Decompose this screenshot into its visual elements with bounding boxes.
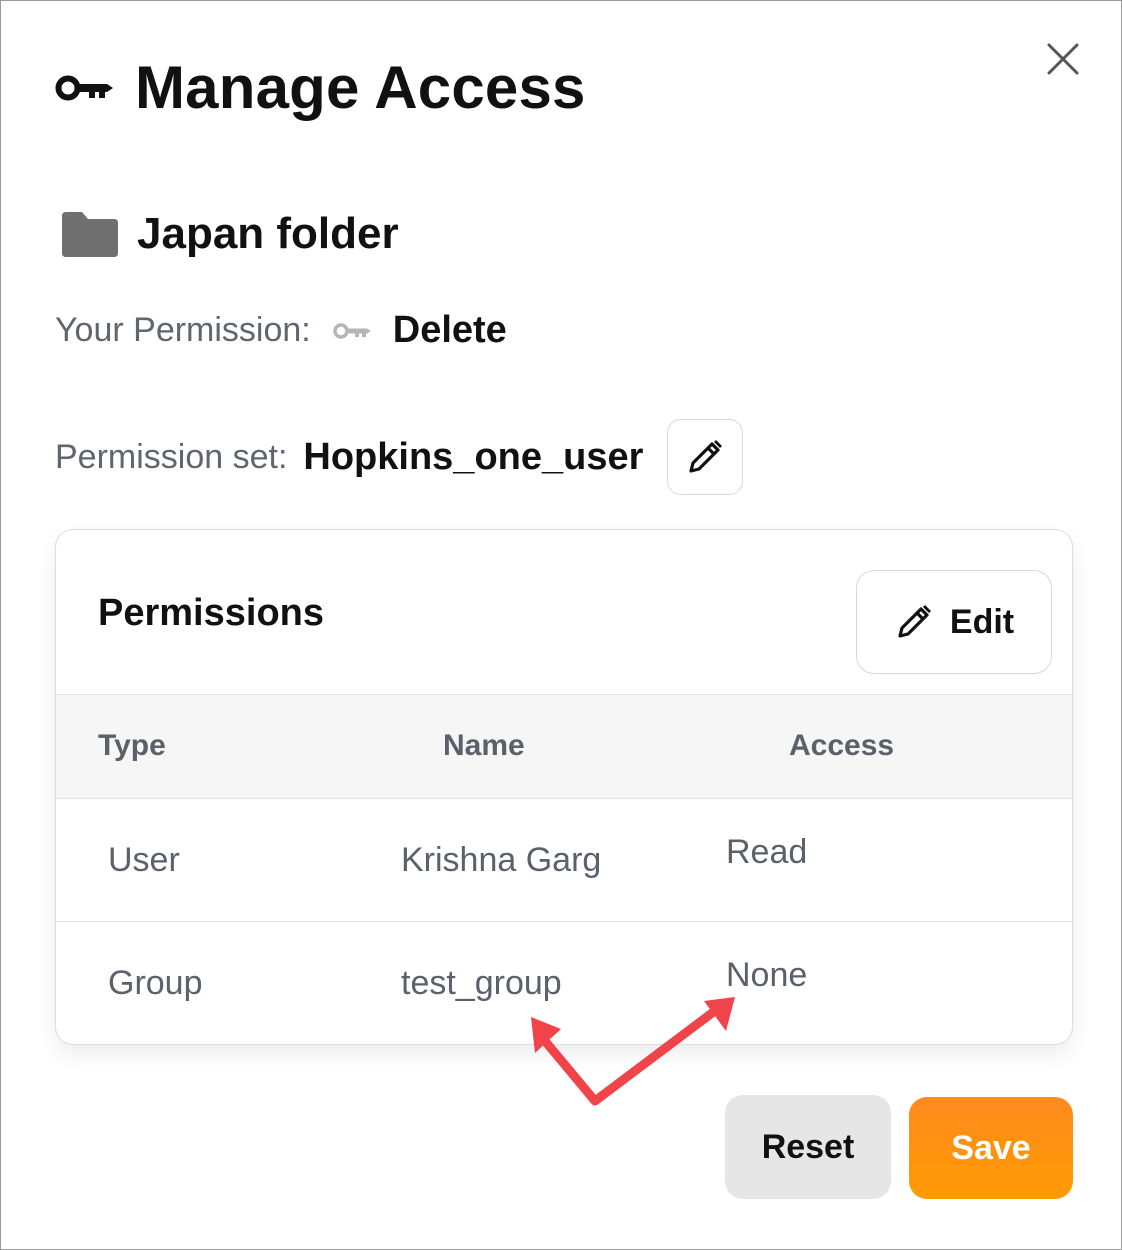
permission-set-label: Permission set:	[55, 437, 288, 476]
cell-type: Group	[108, 964, 203, 1002]
cell-access: None	[726, 956, 808, 994]
your-permission-label: Your Permission:	[55, 311, 311, 349]
edit-permission-set-button[interactable]	[667, 419, 744, 495]
key-icon	[333, 322, 371, 339]
pencil-icon	[689, 440, 723, 473]
table-row[interactable]: Group test_group None	[56, 922, 1072, 1044]
dialog-title: Manage Access	[135, 54, 586, 121]
cell-type: User	[108, 841, 180, 879]
your-permission-value: Delete	[392, 309, 507, 351]
folder-heading: Japan folder	[59, 209, 399, 259]
folder-name: Japan folder	[137, 209, 399, 258]
close-icon	[1047, 43, 1079, 75]
table-row[interactable]: User Krishna Garg Read	[56, 799, 1072, 922]
permissions-card: Permissions Edit Type Name Access User K…	[55, 529, 1073, 1045]
close-button[interactable]	[1041, 37, 1085, 81]
reset-button[interactable]: Reset	[725, 1095, 891, 1199]
manage-access-dialog: Manage Access Japan folder Your Permissi…	[0, 0, 1122, 1250]
cell-name: Krishna Garg	[401, 841, 602, 879]
folder-icon	[62, 212, 118, 257]
cell-name: test_group	[401, 964, 562, 1002]
your-permission-row: Your Permission: Delete	[55, 309, 507, 352]
save-button[interactable]: Save	[909, 1097, 1073, 1199]
permissions-title: Permissions	[98, 592, 324, 634]
column-header-type: Type	[98, 729, 166, 762]
edit-permissions-label: Edit	[949, 602, 1015, 641]
column-header-access: Access	[789, 729, 895, 762]
column-header-name: Name	[443, 729, 525, 762]
key-icon	[55, 75, 113, 100]
permissions-table-header: Type Name Access	[56, 695, 1072, 799]
edit-permissions-button[interactable]: Edit	[856, 570, 1052, 674]
pencil-icon	[898, 605, 931, 638]
permission-set-row: Permission set: Hopkins_one_user	[55, 419, 744, 495]
dialog-header: Manage Access	[55, 53, 586, 122]
cell-access: Read	[726, 833, 808, 871]
permissions-card-header: Permissions Edit	[56, 530, 1072, 695]
permission-set-value: Hopkins_one_user	[303, 435, 644, 478]
